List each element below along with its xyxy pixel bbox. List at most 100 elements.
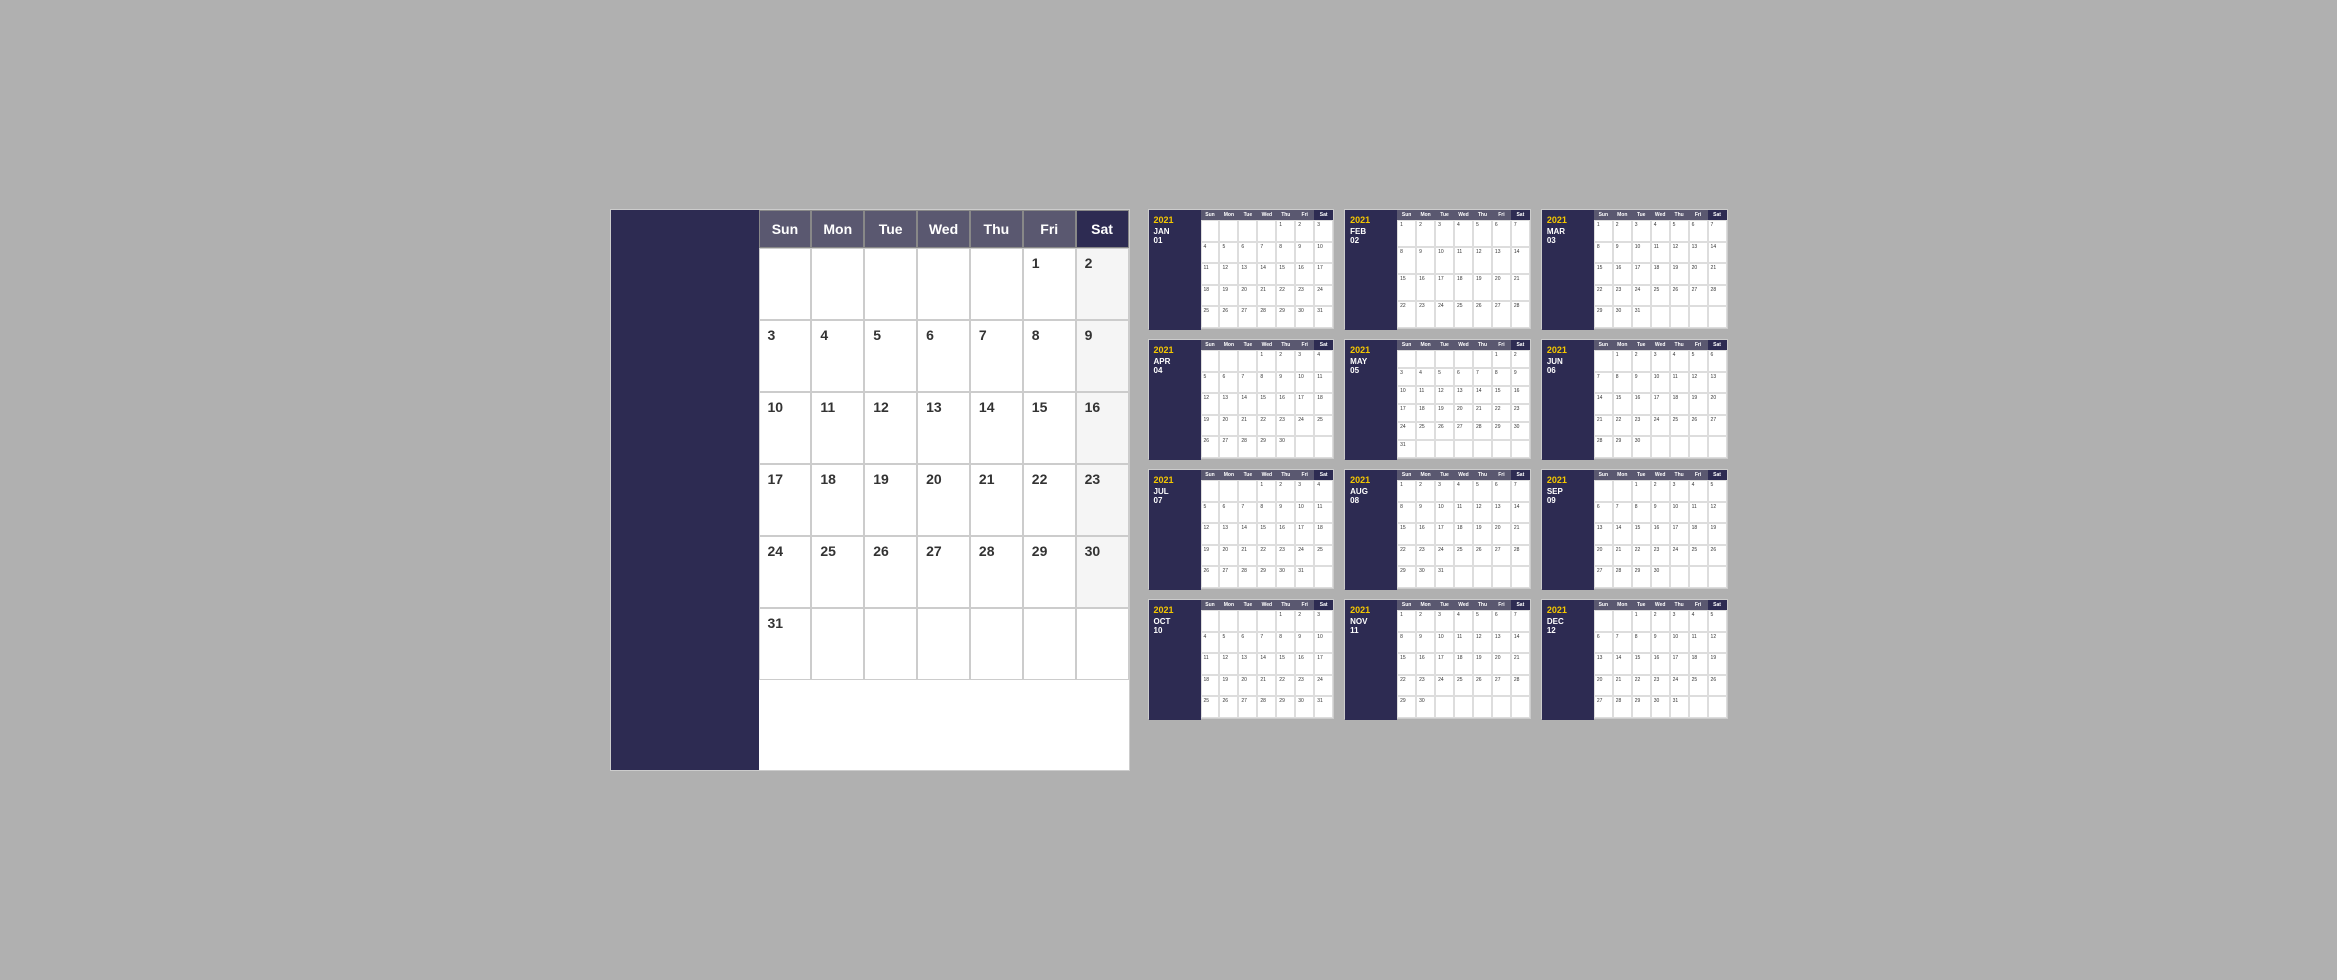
mini-day-cell[interactable]: 8 <box>1276 632 1295 654</box>
mini-day-cell[interactable]: 7 <box>1257 242 1276 264</box>
main-day-cell[interactable]: 28 <box>970 536 1023 608</box>
mini-day-cell[interactable]: 19 <box>1473 274 1492 301</box>
mini-day-cell[interactable]: 31 <box>1435 566 1454 588</box>
mini-day-cell[interactable]: 15 <box>1632 523 1651 545</box>
mini-day-cell[interactable]: 5 <box>1435 368 1454 386</box>
mini-day-cell[interactable]: 14 <box>1257 263 1276 285</box>
mini-day-cell[interactable]: 11 <box>1454 502 1473 524</box>
mini-day-cell[interactable]: 19 <box>1201 415 1220 437</box>
mini-day-cell[interactable]: 24 <box>1295 545 1314 567</box>
mini-day-cell[interactable]: 27 <box>1238 306 1257 328</box>
mini-day-cell[interactable]: 20 <box>1238 285 1257 307</box>
mini-day-cell[interactable]: 30 <box>1632 436 1651 458</box>
mini-day-cell[interactable]: 5 <box>1708 480 1727 502</box>
mini-day-cell[interactable]: 15 <box>1632 653 1651 675</box>
mini-day-cell[interactable]: 13 <box>1219 523 1238 545</box>
mini-day-cell[interactable]: 20 <box>1219 545 1238 567</box>
mini-day-cell[interactable]: 11 <box>1314 502 1333 524</box>
mini-day-cell[interactable]: 15 <box>1594 263 1613 285</box>
mini-day-cell[interactable]: 28 <box>1511 301 1530 328</box>
mini-day-cell[interactable]: 10 <box>1314 632 1333 654</box>
mini-day-cell[interactable]: 27 <box>1492 545 1511 567</box>
mini-day-cell[interactable]: 8 <box>1594 242 1613 264</box>
mini-day-cell[interactable]: 16 <box>1416 653 1435 675</box>
mini-day-cell[interactable]: 29 <box>1632 696 1651 718</box>
mini-day-cell[interactable]: 18 <box>1201 675 1220 697</box>
mini-day-cell[interactable]: 2 <box>1276 480 1295 502</box>
mini-day-cell[interactable]: 27 <box>1492 301 1511 328</box>
mini-day-cell[interactable]: 19 <box>1435 404 1454 422</box>
mini-day-cell[interactable]: 4 <box>1670 350 1689 372</box>
mini-day-cell[interactable]: 26 <box>1219 696 1238 718</box>
mini-day-cell[interactable]: 15 <box>1276 653 1295 675</box>
mini-day-cell[interactable]: 3 <box>1397 368 1416 386</box>
mini-day-cell[interactable]: 28 <box>1238 436 1257 458</box>
mini-day-cell[interactable]: 24 <box>1632 285 1651 307</box>
mini-day-cell[interactable]: 9 <box>1295 242 1314 264</box>
mini-day-cell[interactable]: 11 <box>1651 242 1670 264</box>
mini-day-cell[interactable]: 26 <box>1708 545 1727 567</box>
mini-day-cell[interactable]: 25 <box>1689 675 1708 697</box>
mini-day-cell[interactable]: 1 <box>1397 480 1416 502</box>
mini-day-cell[interactable]: 2 <box>1613 220 1632 242</box>
mini-day-cell[interactable]: 21 <box>1594 415 1613 437</box>
mini-day-cell[interactable]: 25 <box>1454 545 1473 567</box>
mini-day-cell[interactable]: 28 <box>1613 566 1632 588</box>
mini-day-cell[interactable]: 25 <box>1651 285 1670 307</box>
mini-day-cell[interactable]: 31 <box>1397 440 1416 458</box>
main-day-cell[interactable]: 31 <box>759 608 812 680</box>
mini-day-cell[interactable]: 10 <box>1632 242 1651 264</box>
mini-day-cell[interactable]: 6 <box>1219 502 1238 524</box>
mini-day-cell[interactable]: 18 <box>1454 653 1473 675</box>
mini-day-cell[interactable]: 23 <box>1416 675 1435 697</box>
mini-day-cell[interactable]: 9 <box>1416 247 1435 274</box>
mini-day-cell[interactable]: 28 <box>1257 696 1276 718</box>
mini-day-cell[interactable]: 16 <box>1276 523 1295 545</box>
mini-day-cell[interactable]: 14 <box>1238 393 1257 415</box>
mini-day-cell[interactable]: 18 <box>1314 523 1333 545</box>
mini-day-cell[interactable]: 1 <box>1257 350 1276 372</box>
mini-day-cell[interactable]: 17 <box>1670 523 1689 545</box>
main-day-cell[interactable]: 17 <box>759 464 812 536</box>
mini-day-cell[interactable]: 24 <box>1397 422 1416 440</box>
mini-day-cell[interactable]: 16 <box>1651 523 1670 545</box>
mini-day-cell[interactable]: 24 <box>1435 301 1454 328</box>
mini-day-cell[interactable]: 10 <box>1435 502 1454 524</box>
mini-day-cell[interactable]: 22 <box>1632 545 1651 567</box>
mini-day-cell[interactable]: 3 <box>1670 480 1689 502</box>
mini-day-cell[interactable]: 30 <box>1511 422 1530 440</box>
mini-day-cell[interactable]: 12 <box>1219 653 1238 675</box>
mini-day-cell[interactable]: 11 <box>1314 372 1333 394</box>
main-day-cell[interactable]: 13 <box>917 392 970 464</box>
mini-day-cell[interactable]: 5 <box>1473 480 1492 502</box>
mini-day-cell[interactable]: 13 <box>1492 247 1511 274</box>
mini-day-cell[interactable]: 21 <box>1257 285 1276 307</box>
mini-day-cell[interactable]: 30 <box>1651 696 1670 718</box>
main-day-cell[interactable]: 25 <box>811 536 864 608</box>
mini-day-cell[interactable]: 3 <box>1670 610 1689 632</box>
mini-day-cell[interactable]: 19 <box>1473 653 1492 675</box>
mini-day-cell[interactable]: 7 <box>1594 372 1613 394</box>
mini-day-cell[interactable]: 7 <box>1511 610 1530 632</box>
mini-day-cell[interactable]: 2 <box>1276 350 1295 372</box>
mini-day-cell[interactable]: 27 <box>1689 285 1708 307</box>
main-day-cell[interactable]: 4 <box>811 320 864 392</box>
mini-day-cell[interactable]: 22 <box>1397 675 1416 697</box>
mini-day-cell[interactable]: 12 <box>1201 523 1220 545</box>
main-day-cell[interactable]: 19 <box>864 464 917 536</box>
main-day-cell[interactable]: 3 <box>759 320 812 392</box>
main-day-cell[interactable] <box>917 248 970 320</box>
mini-day-cell[interactable]: 14 <box>1613 523 1632 545</box>
main-day-cell[interactable]: 10 <box>759 392 812 464</box>
main-day-cell[interactable]: 24 <box>759 536 812 608</box>
mini-day-cell[interactable]: 11 <box>1689 502 1708 524</box>
mini-day-cell[interactable]: 21 <box>1473 404 1492 422</box>
mini-day-cell[interactable]: 5 <box>1219 242 1238 264</box>
mini-day-cell[interactable]: 31 <box>1632 306 1651 328</box>
mini-day-cell[interactable]: 24 <box>1651 415 1670 437</box>
main-day-cell[interactable] <box>759 248 812 320</box>
mini-day-cell[interactable]: 19 <box>1219 285 1238 307</box>
mini-day-cell[interactable]: 5 <box>1473 220 1492 247</box>
mini-day-cell[interactable]: 30 <box>1416 566 1435 588</box>
mini-day-cell[interactable]: 20 <box>1708 393 1727 415</box>
